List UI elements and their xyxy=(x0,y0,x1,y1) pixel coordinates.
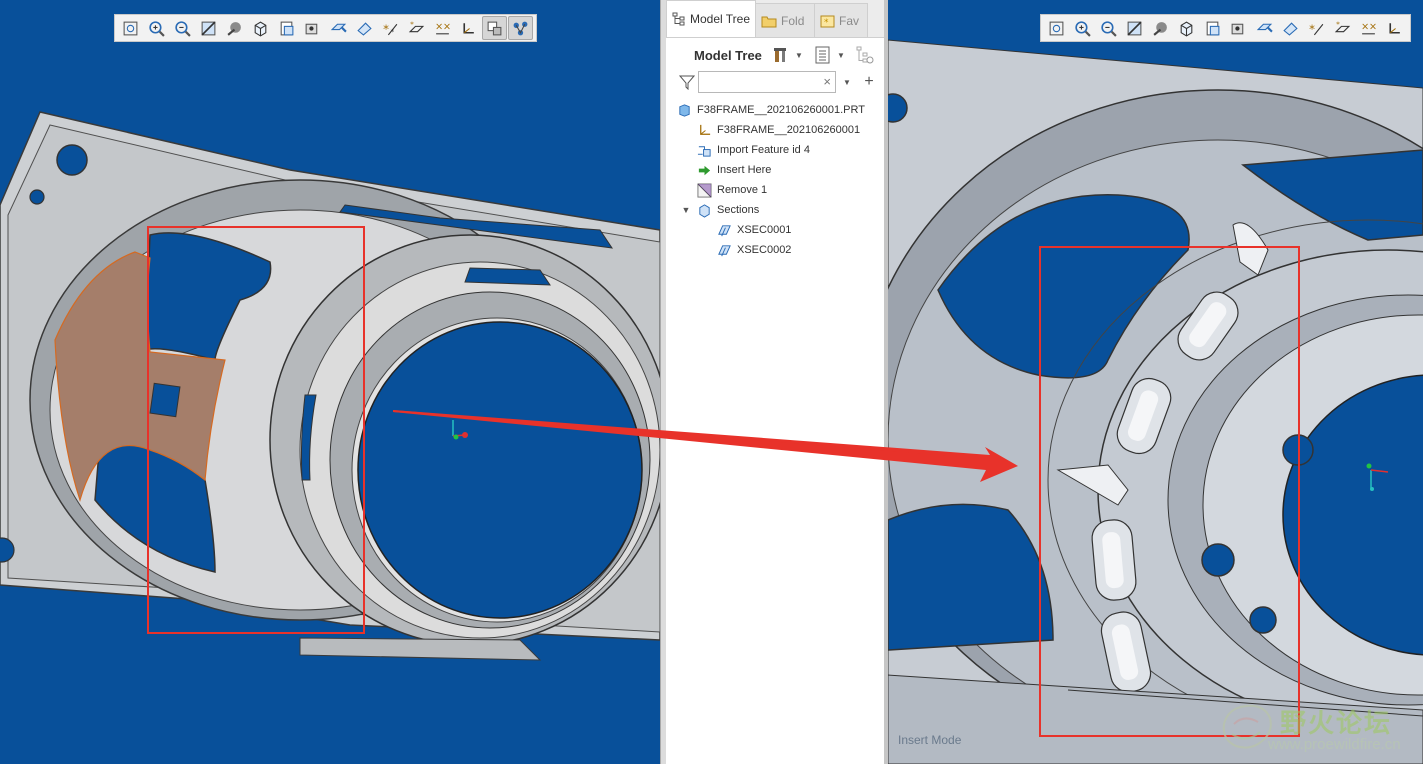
filter-icon[interactable] xyxy=(678,72,696,92)
watermark-text: 野火论坛 xyxy=(1280,708,1393,738)
datum-display-icon[interactable]: * * xyxy=(378,16,403,40)
tree-item-label: F38FRAME__202106260001.PRT xyxy=(697,104,865,116)
tree-item-label: XSEC0002 xyxy=(737,244,792,256)
zoom-out-icon[interactable] xyxy=(170,16,195,40)
chevron-down-icon[interactable]: ▼ xyxy=(680,205,692,215)
tree-item-insert-here[interactable]: Insert Here xyxy=(666,160,884,180)
model-tree-toolbar: Model Tree ▼ ▼ xyxy=(666,42,884,68)
perspective-view-icon[interactable] xyxy=(300,16,325,40)
section-icon[interactable] xyxy=(1252,16,1277,40)
datum-display-icon[interactable]: * xyxy=(1304,16,1329,40)
navigator-panel: Model Tree Fold * Fav Model Tree ▼ ▼ × ▼… xyxy=(666,0,884,764)
settings-tools-icon[interactable] xyxy=(772,45,790,65)
tree-item-import-feature[interactable]: Import Feature id 4 xyxy=(666,140,884,160)
graphics-toolbar-right: * * ×× xyxy=(1040,14,1411,42)
insert-arrow-icon xyxy=(696,162,713,178)
zoom-in-icon[interactable] xyxy=(1070,16,1095,40)
zoom-out-icon[interactable] xyxy=(1096,16,1121,40)
favorites-icon: * xyxy=(820,15,835,28)
navigator-tabs: Model Tree Fold * Fav xyxy=(666,0,884,38)
section-icon xyxy=(716,222,733,238)
svg-text:*: * xyxy=(391,26,395,35)
refit-icon[interactable] xyxy=(118,16,143,40)
close-icon[interactable]: × xyxy=(823,74,831,89)
model-tree: F38FRAME__202106260001.PRT F38FRAME__202… xyxy=(666,96,884,260)
tree-item-remove[interactable]: Remove 1 xyxy=(666,180,884,200)
tree-item-xsec-2[interactable]: XSEC0002 xyxy=(666,240,884,260)
tab-label: Fold xyxy=(781,13,805,28)
perspective-view-icon[interactable] xyxy=(1226,16,1251,40)
tree-item-sections[interactable]: ▼ Sections xyxy=(666,200,884,220)
point-display-icon[interactable]: ×× xyxy=(430,16,455,40)
svg-text:*: * xyxy=(1309,21,1315,35)
spin-center-icon[interactable] xyxy=(482,16,507,40)
display-style-icon[interactable] xyxy=(222,16,247,40)
svg-text:*: * xyxy=(824,18,829,28)
plane-display-icon[interactable]: * xyxy=(404,16,429,40)
chevron-down-icon[interactable]: ▼ xyxy=(794,51,804,60)
sections-icon xyxy=(696,202,713,218)
tree-columns-icon[interactable] xyxy=(814,45,832,65)
svg-text:*: * xyxy=(383,21,389,35)
show-tree-icon[interactable] xyxy=(856,45,874,65)
section-icon xyxy=(716,242,733,258)
tab-label: Fav xyxy=(839,13,860,28)
tree-item-label: F38FRAME__202106260001 xyxy=(717,124,861,136)
chevron-down-icon[interactable]: ▼ xyxy=(836,51,846,60)
tree-item-label: Insert Here xyxy=(717,164,772,176)
tab-model-tree[interactable]: Model Tree xyxy=(666,0,757,37)
model-tree-title: Model Tree xyxy=(694,47,762,63)
zoom-in-icon[interactable] xyxy=(144,16,169,40)
plane-display-icon[interactable]: * xyxy=(1330,16,1355,40)
tree-item-label: Import Feature id 4 xyxy=(717,144,810,156)
tree-item-label: XSEC0001 xyxy=(737,224,792,236)
model-tree-filter-row: × ▼ + xyxy=(666,68,884,96)
svg-text:*: * xyxy=(410,20,414,28)
view-manager-icon[interactable] xyxy=(1200,16,1225,40)
model-view-right[interactable] xyxy=(888,0,1423,764)
add-icon[interactable]: + xyxy=(860,72,878,92)
graphics-window-right[interactable]: * * ×× xyxy=(888,0,1423,764)
csys-display-icon[interactable] xyxy=(456,16,481,40)
tab-folder-browser[interactable]: Fold xyxy=(755,3,816,37)
status-text: Insert Mode xyxy=(898,733,962,747)
annotation-display-icon[interactable] xyxy=(352,16,377,40)
feature-icon[interactable] xyxy=(508,16,533,40)
part-icon xyxy=(676,102,693,118)
import-feature-icon xyxy=(696,142,713,158)
tree-item-label: Sections xyxy=(717,204,760,216)
remove-feature-icon xyxy=(696,182,713,198)
tab-favorites[interactable]: * Fav xyxy=(814,3,869,37)
svg-text:××: ×× xyxy=(435,21,451,32)
repaint-icon[interactable] xyxy=(196,16,221,40)
tree-item-label: Remove 1 xyxy=(717,184,768,196)
model-tree-search-input[interactable]: × xyxy=(698,71,836,93)
annotation-display-icon[interactable] xyxy=(1278,16,1303,40)
tree-item-xsec-1[interactable]: XSEC0001 xyxy=(666,220,884,240)
folder-icon xyxy=(761,16,777,27)
display-style-icon[interactable] xyxy=(1148,16,1173,40)
point-display-icon[interactable]: ×× xyxy=(1356,16,1381,40)
view-manager-icon[interactable] xyxy=(274,16,299,40)
graphics-toolbar-left: * * * ×× xyxy=(114,14,537,42)
watermark-url: www.proewildfire.cn xyxy=(1268,736,1401,753)
tab-label: Model Tree xyxy=(690,12,751,26)
model-view-left[interactable] xyxy=(0,0,660,764)
graphics-window-left[interactable]: * * * ×× xyxy=(0,0,660,764)
saved-orientations-icon[interactable] xyxy=(248,16,273,40)
section-icon[interactable] xyxy=(326,16,351,40)
csys-icon xyxy=(696,122,713,138)
tree-icon xyxy=(672,12,685,26)
repaint-icon[interactable] xyxy=(1122,16,1147,40)
refit-icon[interactable] xyxy=(1044,16,1069,40)
saved-orientations-icon[interactable] xyxy=(1174,16,1199,40)
tree-item-part[interactable]: F38FRAME__202106260001.PRT xyxy=(666,100,884,120)
csys-display-icon[interactable] xyxy=(1382,16,1407,40)
svg-text:*: * xyxy=(1336,20,1340,28)
svg-text:××: ×× xyxy=(1361,21,1377,32)
tree-item-csys[interactable]: F38FRAME__202106260001 xyxy=(666,120,884,140)
chevron-down-icon[interactable]: ▼ xyxy=(842,78,852,87)
